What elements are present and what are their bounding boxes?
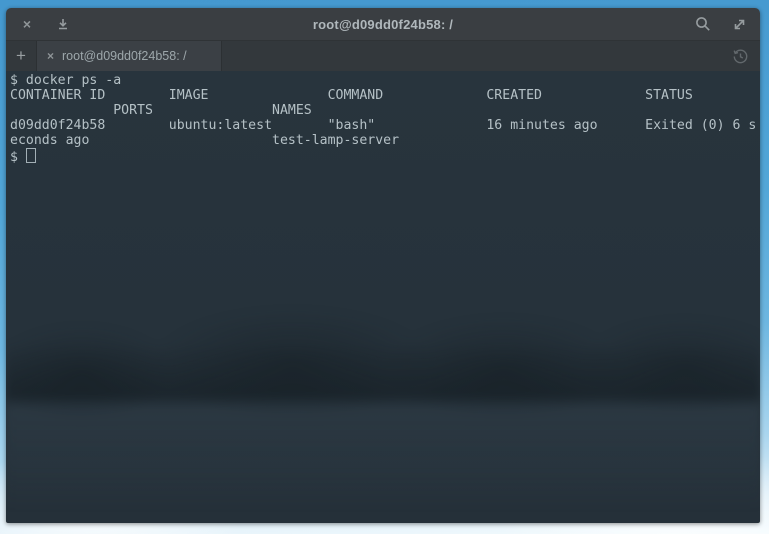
terminal-window: × root@d09dd0f24b58: /	[6, 8, 760, 523]
command-line: $ docker ps -a	[10, 73, 760, 88]
shell-prompt: $	[10, 150, 26, 165]
tab-title: root@d09dd0f24b58: /	[62, 49, 187, 63]
expand-icon	[732, 17, 747, 32]
ps-row-line: d09dd0f24b58 ubuntu:latest "bash" 16 min…	[10, 118, 760, 133]
tabbar-spacer	[222, 41, 720, 71]
download-button[interactable]	[54, 15, 72, 33]
search-icon	[695, 16, 711, 32]
titlebar-right-controls	[694, 15, 748, 33]
search-button[interactable]	[694, 15, 712, 33]
tab-close-icon[interactable]: ×	[47, 50, 54, 62]
close-button[interactable]: ×	[18, 15, 36, 33]
terminal-output: $ docker ps -a CONTAINER ID IMAGE COMMAN…	[6, 71, 760, 163]
titlebar-left-controls: ×	[18, 15, 72, 33]
tabbar: + × root@d09dd0f24b58: /	[6, 41, 760, 71]
fullscreen-button[interactable]	[730, 15, 748, 33]
terminal-screen[interactable]: $ docker ps -a CONTAINER ID IMAGE COMMAN…	[6, 71, 760, 523]
new-tab-icon: +	[16, 46, 26, 66]
terminal-cursor	[26, 148, 36, 163]
history-button[interactable]	[720, 41, 760, 71]
new-tab-button[interactable]: +	[6, 41, 37, 71]
ps-header-line: CONTAINER ID IMAGE COMMAND CREATED STATU…	[10, 88, 760, 103]
tab-active[interactable]: × root@d09dd0f24b58: /	[37, 41, 222, 71]
window-title: root@d09dd0f24b58: /	[72, 17, 694, 32]
titlebar: × root@d09dd0f24b58: /	[6, 8, 760, 41]
download-icon	[56, 17, 70, 31]
close-icon: ×	[23, 17, 31, 31]
ps-row-wrap-line: econds ago test-lamp-server	[10, 133, 760, 148]
background-landscape-image	[6, 281, 760, 523]
history-icon	[732, 48, 749, 65]
prompt-line: $	[10, 148, 760, 163]
ps-header-wrap-line: PORTS NAMES	[10, 103, 760, 118]
